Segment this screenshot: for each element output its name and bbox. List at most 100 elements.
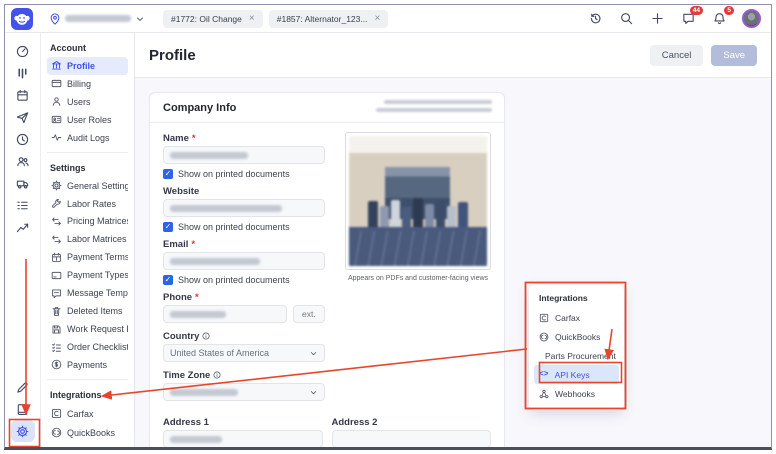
sidebar-item-pricing-matrices[interactable]: Pricing Matrices bbox=[47, 213, 128, 231]
clock-icon bbox=[16, 133, 29, 145]
gear-icon bbox=[51, 180, 62, 191]
rail-item-workflow[interactable] bbox=[11, 62, 35, 84]
gear-icon bbox=[16, 425, 29, 437]
company-photo[interactable] bbox=[345, 132, 491, 270]
sidebar-item-carfax[interactable]: Carfax bbox=[47, 404, 128, 423]
rail-item-resources[interactable] bbox=[11, 398, 35, 420]
sidebar-item-users[interactable]: Users bbox=[47, 93, 128, 111]
monkey-logo-icon bbox=[14, 13, 30, 25]
sidebar-item-payment-types[interactable]: Payment Types bbox=[47, 266, 128, 284]
phone-label: Phone * bbox=[163, 291, 199, 303]
dollar-circle-icon bbox=[51, 360, 62, 370]
shopmonkey-logo[interactable] bbox=[11, 7, 33, 30]
user-avatar[interactable] bbox=[742, 9, 761, 28]
calendar-dollar-icon bbox=[52, 252, 61, 262]
phone-field[interactable] bbox=[163, 305, 287, 323]
code-icon: <> bbox=[539, 370, 549, 379]
sidebar-item-work-request-form[interactable]: Work Request Form bbox=[47, 320, 128, 338]
checkbox-checked[interactable]: ✓ bbox=[163, 168, 173, 179]
id-badge-icon bbox=[51, 116, 62, 124]
sidebar-item-user-roles[interactable]: User Roles bbox=[47, 111, 128, 129]
topbar: #1772: Oil Change × #1857: Alternator_12… bbox=[5, 5, 771, 33]
popup-item-api-keys[interactable]: <> API Keys bbox=[534, 365, 619, 384]
checkbox-checked[interactable]: ✓ bbox=[163, 274, 173, 285]
sidebar-item-billing[interactable]: Billing bbox=[47, 75, 128, 93]
timezone-select[interactable] bbox=[163, 383, 325, 401]
sidebar-item-message-templates[interactable]: Message Templates bbox=[47, 284, 128, 302]
cancel-button[interactable]: Cancel bbox=[649, 44, 704, 66]
rail-item-quick-actions[interactable] bbox=[11, 376, 35, 398]
notifications-button[interactable]: 5 bbox=[711, 5, 734, 27]
info-icon bbox=[202, 332, 210, 340]
bell-icon bbox=[713, 13, 725, 25]
history-button[interactable] bbox=[587, 11, 603, 27]
phone-ext-field[interactable] bbox=[293, 305, 325, 323]
sidebar-item-labor-rates[interactable]: Labor Rates bbox=[47, 195, 128, 213]
book-icon bbox=[17, 403, 28, 415]
chevron-down-icon bbox=[310, 351, 317, 355]
company-photo-column: Appears on PDFs and customer-facing view… bbox=[345, 132, 491, 404]
name-label: Name * bbox=[163, 132, 196, 144]
location-name-redacted bbox=[65, 15, 131, 22]
save-button[interactable]: Save bbox=[711, 44, 757, 66]
floppy-icon bbox=[52, 325, 61, 334]
location-selector[interactable] bbox=[49, 12, 145, 25]
tab-order-1857[interactable]: #1857: Alternator_123... × bbox=[268, 9, 389, 28]
country-select[interactable]: United States of America bbox=[163, 344, 325, 362]
wrench-icon bbox=[52, 199, 61, 208]
popup-item-quickbooks[interactable]: QuickBooks bbox=[529, 327, 624, 346]
rail-item-settings[interactable] bbox=[10, 420, 35, 442]
open-order-tabs: #1772: Oil Change × #1857: Alternator_12… bbox=[163, 9, 389, 28]
integrations-popup: Integrations Carfax QuickBooks Parts Pro… bbox=[529, 285, 624, 410]
website-label: Website bbox=[163, 185, 200, 197]
section-title-integrations: Integrations bbox=[50, 390, 102, 400]
kanban-icon bbox=[18, 68, 27, 78]
carfax-icon bbox=[51, 408, 62, 419]
sidebar-item-payments[interactable]: Payments bbox=[47, 356, 128, 374]
rail-item-messages[interactable] bbox=[11, 106, 35, 128]
sidebar-item-deleted-items[interactable]: Deleted Items bbox=[47, 302, 128, 320]
rail-item-calendar[interactable] bbox=[11, 84, 35, 106]
rail-item-customers[interactable] bbox=[11, 150, 35, 172]
history-icon bbox=[590, 13, 601, 24]
sidebar-integrations-section: Integrations Carfax QuickBooks bbox=[47, 374, 128, 442]
add-button[interactable] bbox=[649, 11, 665, 27]
rail-item-reports[interactable] bbox=[11, 216, 35, 238]
paper-plane-icon bbox=[16, 111, 29, 123]
location-pin-icon bbox=[50, 12, 60, 25]
sidebar-item-order-checklist[interactable]: Order Checklist bbox=[47, 338, 128, 356]
address1-field[interactable] bbox=[163, 430, 323, 447]
address2-field[interactable] bbox=[331, 430, 491, 447]
close-icon[interactable]: × bbox=[374, 13, 380, 24]
tab-order-1772[interactable]: #1772: Oil Change × bbox=[163, 9, 263, 28]
messages-button[interactable]: 44 bbox=[680, 5, 703, 27]
pen-icon bbox=[17, 381, 28, 393]
carfax-icon bbox=[539, 313, 549, 322]
sidebar-item-audit-logs[interactable]: Audit Logs bbox=[47, 129, 128, 147]
page-title: Profile bbox=[149, 46, 196, 64]
email-field[interactable] bbox=[163, 252, 325, 270]
search-button[interactable] bbox=[618, 11, 634, 27]
close-icon[interactable]: × bbox=[249, 13, 255, 24]
popup-item-webhooks[interactable]: Webhooks bbox=[529, 384, 624, 403]
sidebar-item-quickbooks[interactable]: QuickBooks bbox=[47, 423, 128, 442]
checkbox-checked[interactable]: ✓ bbox=[163, 221, 173, 232]
name-field[interactable] bbox=[163, 146, 325, 164]
rail-item-vehicles[interactable] bbox=[11, 172, 35, 194]
rail-item-time-clock[interactable] bbox=[11, 128, 35, 150]
calendar-icon bbox=[17, 89, 28, 101]
fineprint-redacted bbox=[376, 100, 492, 112]
popup-item-parts-procurement[interactable]: Parts Procurement bbox=[529, 346, 624, 365]
sidebar-item-profile[interactable]: Profile bbox=[47, 57, 128, 75]
payment-card-icon bbox=[51, 271, 62, 279]
rail-item-inventory[interactable] bbox=[11, 194, 35, 216]
sidebar-item-payment-terms[interactable]: Payment Terms bbox=[47, 248, 128, 266]
website-field[interactable] bbox=[163, 199, 325, 217]
sidebar-item-general-settings[interactable]: General Settings bbox=[47, 177, 128, 195]
sidebar-item-labor-matrices[interactable]: Labor Matrices bbox=[47, 230, 128, 248]
popup-item-carfax[interactable]: Carfax bbox=[529, 308, 624, 327]
address-section: Address 1 Address 2 City bbox=[150, 416, 504, 447]
page-header: Profile Cancel Save bbox=[135, 33, 771, 78]
rail-item-dashboard[interactable] bbox=[11, 40, 35, 62]
notifications-count-badge: 5 bbox=[724, 5, 734, 15]
